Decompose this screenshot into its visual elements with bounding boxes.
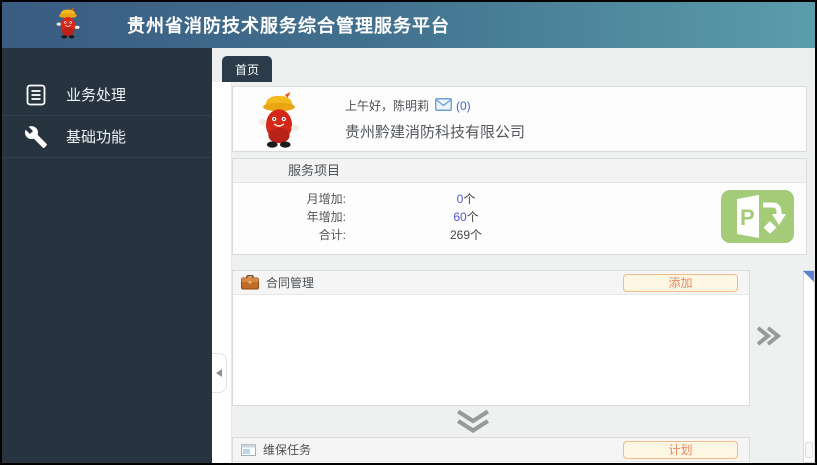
- service-projects-panel: 服务项目 月增加: 0个 年增加: 60个 合计: 269个: [232, 158, 807, 255]
- sidebar-item-basic[interactable]: 基础功能: [2, 116, 212, 158]
- panel-title: 维保任务: [263, 441, 311, 458]
- next-panel-footer-sliver: [805, 442, 813, 458]
- next-panel-sliver: [803, 270, 815, 463]
- greeting-text: 上午好，陈明莉: [345, 97, 429, 114]
- maintenance-panel: 维保任务 计划: [232, 437, 750, 463]
- tab-strip: 首页: [212, 48, 815, 82]
- content-area: 首页 上午好，陈明莉: [212, 48, 815, 463]
- blue-corner-triangle-icon: [803, 271, 814, 282]
- sidebar: 业务处理 基础功能: [2, 48, 212, 463]
- mail-count: (0): [456, 99, 471, 113]
- envelope-icon: [435, 98, 452, 114]
- sidebar-item-label: 业务处理: [66, 84, 126, 105]
- window-icon: [241, 444, 256, 456]
- project-app-icon[interactable]: P: [721, 190, 794, 248]
- tab-home[interactable]: 首页: [222, 56, 272, 82]
- double-chevron-down-icon[interactable]: [455, 408, 491, 439]
- sidebar-collapse-handle[interactable]: [212, 353, 227, 393]
- wrench-icon: [22, 124, 50, 150]
- app-window: 贵州省消防技术服务综合管理服务平台 业务处理: [0, 0, 817, 465]
- svg-text:P: P: [740, 205, 755, 230]
- double-chevron-right-icon[interactable]: [753, 325, 783, 352]
- firefighter-mascot-icon: [55, 7, 81, 44]
- panel-title: 合同管理: [266, 274, 314, 291]
- contract-panel: 合同管理 添加: [232, 270, 750, 406]
- document-icon: [22, 82, 50, 108]
- mail-link[interactable]: (0): [435, 98, 471, 114]
- firefighter-mascot-icon: [255, 92, 303, 153]
- add-button[interactable]: 添加: [623, 274, 738, 292]
- left-triangle-icon: [216, 369, 222, 377]
- greeting-panel: 上午好，陈明莉 (0) 贵州黔建消防科技有限公司: [232, 86, 807, 152]
- left-gutter: [212, 82, 232, 463]
- sidebar-item-business[interactable]: 业务处理: [2, 74, 212, 116]
- sidebar-item-label: 基础功能: [66, 126, 126, 147]
- page-title: 贵州省消防技术服务综合管理服务平台: [127, 12, 450, 38]
- company-name: 贵州黔建消防科技有限公司: [345, 121, 525, 142]
- app-header: 贵州省消防技术服务综合管理服务平台: [2, 2, 815, 48]
- stat-value: 60: [453, 210, 466, 224]
- stat-value: 269: [450, 228, 470, 242]
- briefcase-icon: [241, 275, 259, 290]
- plan-button[interactable]: 计划: [623, 441, 738, 459]
- panel-title: 服务项目: [233, 159, 806, 183]
